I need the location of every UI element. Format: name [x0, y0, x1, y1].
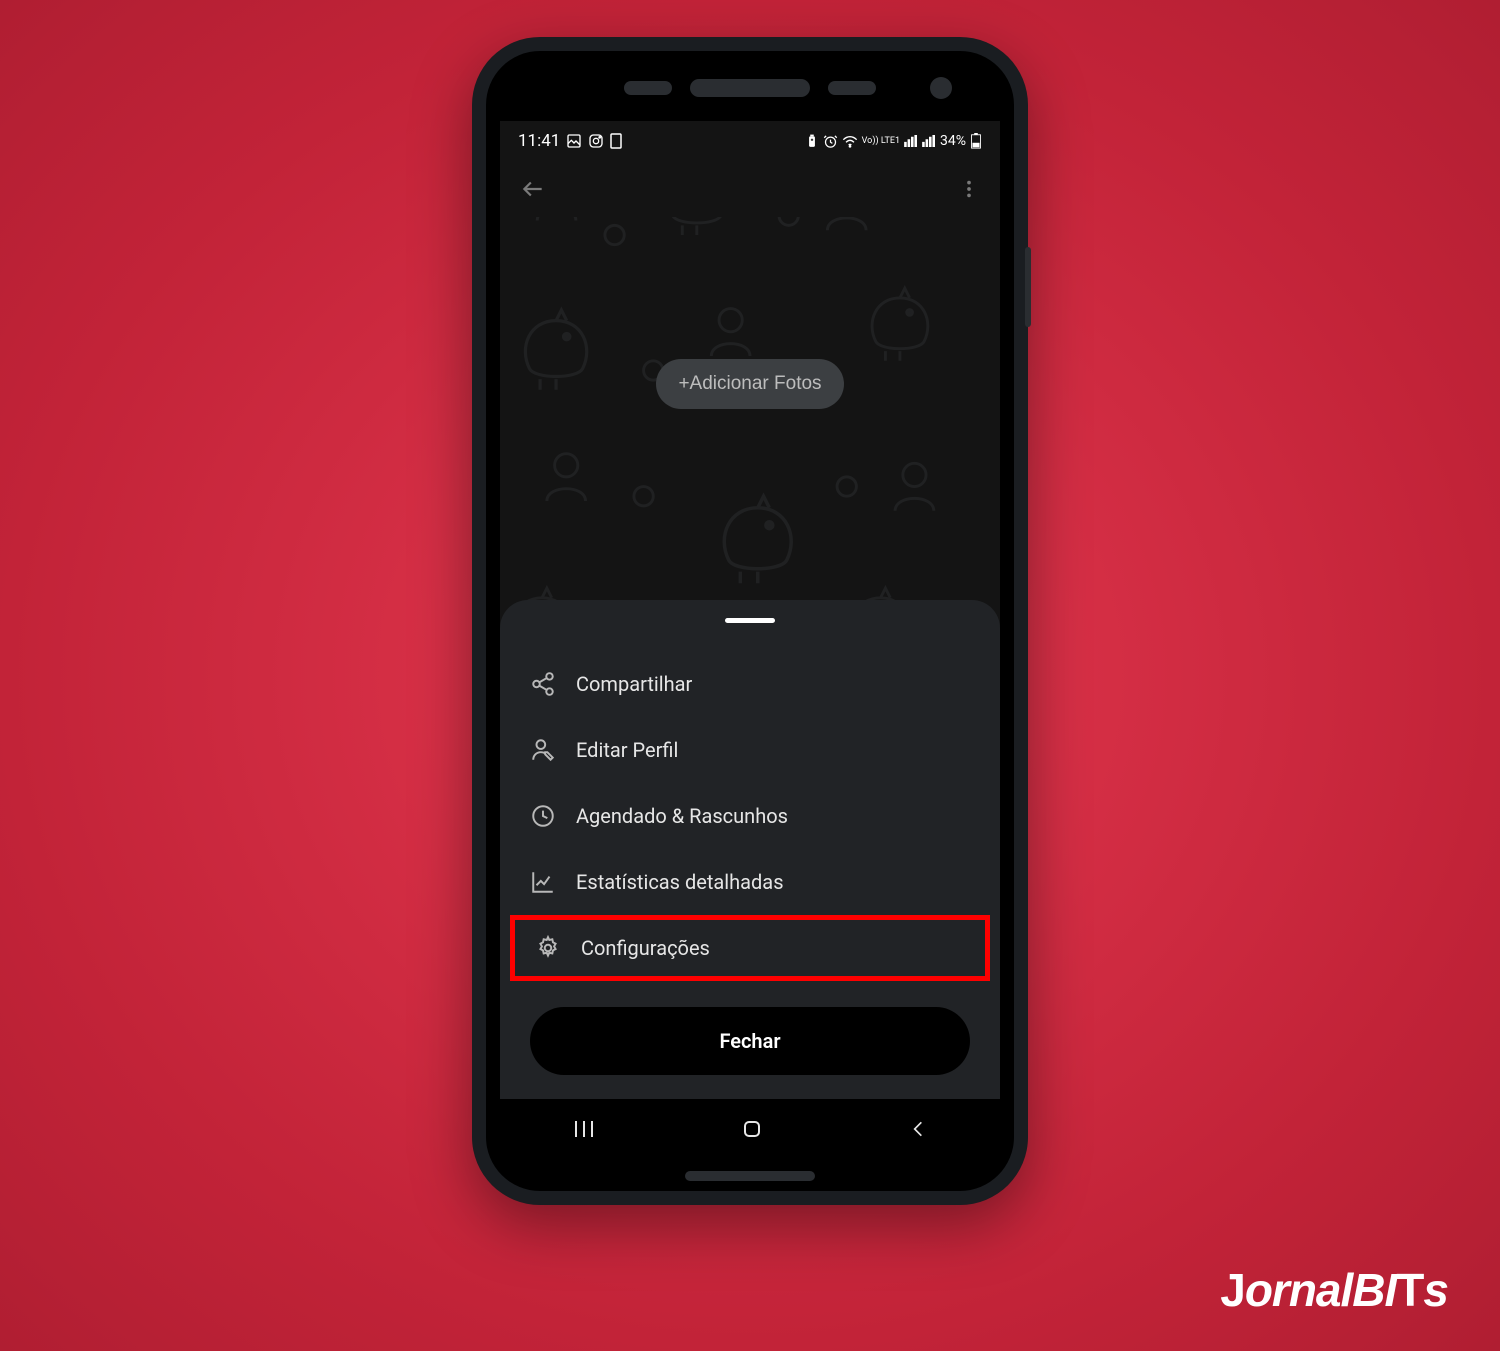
menu-item-share[interactable]: Compartilhar	[500, 651, 1000, 717]
clock-icon	[530, 803, 556, 829]
home-button[interactable]	[710, 1107, 794, 1151]
status-bar: 11:41	[500, 121, 1000, 161]
menu-item-stats[interactable]: Estatísticas detalhadas	[500, 849, 1000, 915]
app-bar	[500, 161, 1000, 217]
menu-item-edit-profile[interactable]: Editar Perfil	[500, 717, 1000, 783]
battery-saver-icon	[805, 134, 819, 148]
menu-item-scheduled[interactable]: Agendado & Rascunhos	[500, 783, 1000, 849]
phone-side-button	[1025, 247, 1031, 327]
more-vertical-icon[interactable]	[958, 178, 980, 200]
menu-item-label: Compartilhar	[576, 672, 692, 696]
android-nav-bar	[500, 1099, 1000, 1159]
watermark: JornalBITs	[1220, 1263, 1448, 1317]
alarm-icon	[823, 134, 838, 149]
back-button[interactable]	[878, 1109, 958, 1149]
back-arrow-icon[interactable]	[520, 176, 546, 202]
share-icon	[530, 671, 556, 697]
gear-icon	[535, 935, 561, 961]
speaker-bar	[624, 79, 876, 97]
menu-item-settings[interactable]: Configurações	[510, 915, 990, 981]
battery-icon	[970, 133, 982, 149]
chart-icon	[530, 869, 556, 895]
menu-item-label: Editar Perfil	[576, 738, 678, 762]
sim-icon	[610, 133, 622, 149]
sheet-grabber[interactable]	[725, 618, 775, 623]
menu-item-label: Configurações	[581, 936, 710, 960]
hero-pattern	[500, 217, 1000, 640]
menu-item-label: Estatísticas detalhadas	[576, 870, 784, 894]
status-time: 11:41	[518, 131, 560, 151]
image-icon	[566, 133, 582, 149]
signal-icon-2	[922, 135, 936, 147]
screen: 11:41	[500, 121, 1000, 1159]
hero-area: +Adicionar Fotos	[500, 217, 1000, 640]
front-camera	[930, 77, 952, 99]
edit-profile-icon	[530, 737, 556, 763]
phone-frame: 11:41	[472, 37, 1028, 1205]
menu-item-label: Agendado & Rascunhos	[576, 804, 788, 828]
battery-percentage: 34%	[940, 133, 966, 149]
bottom-sheet: Compartilhar Editar Perfil Agendado & Ra…	[500, 600, 1000, 1099]
recents-button[interactable]	[542, 1109, 626, 1149]
home-indicator	[685, 1171, 815, 1181]
instagram-icon	[588, 133, 604, 149]
signal-icon-1	[904, 135, 918, 147]
phone-inner: 11:41	[486, 51, 1014, 1191]
close-button[interactable]: Fechar	[530, 1007, 970, 1075]
wifi-icon	[842, 134, 858, 148]
add-photos-button[interactable]: +Adicionar Fotos	[656, 359, 843, 409]
network-label: Vo)) LTE1	[862, 137, 900, 146]
